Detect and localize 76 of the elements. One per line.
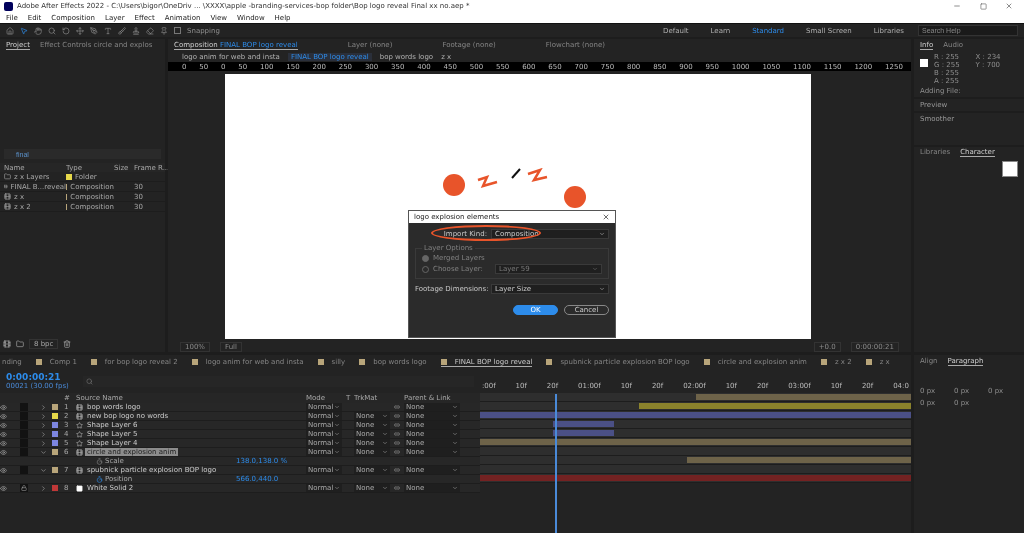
current-timecode[interactable]: 0:00:00:21 xyxy=(6,372,69,382)
dropdown-caret-icon xyxy=(599,231,605,237)
dropdown-caret-icon xyxy=(334,485,340,491)
label-color-swatch[interactable] xyxy=(52,449,58,455)
expand-caret-icon[interactable] xyxy=(40,430,47,438)
rotate-icon[interactable] xyxy=(62,26,70,35)
pick-whip-icon[interactable] xyxy=(394,413,400,419)
visibility-icon[interactable] xyxy=(0,421,7,429)
pick-whip-icon[interactable] xyxy=(394,449,400,455)
brush-icon[interactable] xyxy=(118,26,126,35)
dropdown-caret-icon xyxy=(334,467,340,473)
eraser-icon[interactable] xyxy=(146,26,154,35)
trash-icon[interactable] xyxy=(63,340,72,348)
label-color-swatch[interactable] xyxy=(52,467,58,473)
visibility-icon[interactable] xyxy=(0,430,7,438)
hand-icon[interactable] xyxy=(34,26,42,35)
visibility-icon[interactable] xyxy=(0,448,7,456)
label-color-swatch[interactable] xyxy=(52,485,58,491)
label-color-swatch[interactable] xyxy=(52,440,58,446)
label-color-swatch[interactable] xyxy=(52,413,58,419)
stamp-icon[interactable] xyxy=(132,26,140,35)
comp-layer-icon xyxy=(76,466,83,474)
dropdown-caret-icon xyxy=(382,485,388,491)
layer-duration-bar[interactable] xyxy=(553,430,614,436)
visibility-icon[interactable] xyxy=(0,484,7,492)
lock-toggle[interactable] xyxy=(20,484,28,492)
dropdown-caret-icon xyxy=(599,286,605,292)
type-icon[interactable] xyxy=(104,26,112,35)
playhead[interactable] xyxy=(555,394,558,533)
pick-whip-icon[interactable] xyxy=(394,431,400,437)
expand-caret-icon[interactable] xyxy=(40,484,47,492)
expand-caret-icon[interactable] xyxy=(40,403,47,411)
expand-caret-icon[interactable] xyxy=(40,412,47,420)
stopwatch-icon[interactable] xyxy=(96,457,103,465)
pen-icon[interactable] xyxy=(90,26,98,35)
pick-whip-icon[interactable] xyxy=(394,404,400,410)
move-icon[interactable] xyxy=(76,26,84,35)
label-color-swatch[interactable] xyxy=(66,173,72,180)
stopwatch-icon[interactable] xyxy=(96,475,103,483)
color-swatch xyxy=(920,59,928,67)
home-icon[interactable] xyxy=(6,26,14,35)
composition-icon xyxy=(4,203,11,210)
label-color-swatch[interactable] xyxy=(52,422,58,428)
composition-icon xyxy=(4,183,8,190)
folder-icon xyxy=(4,173,11,180)
new-composition-icon[interactable] xyxy=(3,340,11,348)
solid-layer-icon xyxy=(76,484,83,492)
dropdown-caret-icon xyxy=(452,467,458,473)
comp-layer-icon xyxy=(76,448,83,456)
dropdown-caret-icon xyxy=(452,485,458,491)
dropdown-caret-icon xyxy=(592,266,598,272)
visibility-icon[interactable] xyxy=(0,403,7,411)
label-color-swatch[interactable] xyxy=(52,431,58,437)
zoom-icon[interactable] xyxy=(48,26,56,35)
snapping-checkbox[interactable] xyxy=(174,27,181,34)
expand-caret-icon[interactable] xyxy=(40,439,47,447)
visibility-icon[interactable] xyxy=(0,466,7,474)
pick-whip-icon[interactable] xyxy=(394,485,400,491)
fill-color-swatch[interactable] xyxy=(1002,161,1018,177)
close-icon[interactable] xyxy=(602,213,610,221)
pin-icon[interactable] xyxy=(160,26,168,35)
pointer-icon[interactable] xyxy=(20,26,28,35)
visibility-icon[interactable] xyxy=(0,439,7,447)
visibility-icon[interactable] xyxy=(0,412,7,420)
layer-duration-bar[interactable] xyxy=(553,421,614,427)
expand-caret-icon[interactable] xyxy=(40,466,47,474)
expand-caret-icon[interactable] xyxy=(40,421,47,429)
app-logo-icon xyxy=(4,1,13,11)
label-color-swatch[interactable] xyxy=(52,404,58,410)
dropdown-caret-icon xyxy=(382,467,388,473)
pick-whip-icon[interactable] xyxy=(394,440,400,446)
new-folder-icon[interactable] xyxy=(16,340,24,348)
pick-whip-icon[interactable] xyxy=(394,422,400,428)
pick-whip-icon[interactable] xyxy=(394,467,400,473)
composition-icon xyxy=(4,193,11,200)
expand-caret-icon[interactable] xyxy=(40,448,47,456)
